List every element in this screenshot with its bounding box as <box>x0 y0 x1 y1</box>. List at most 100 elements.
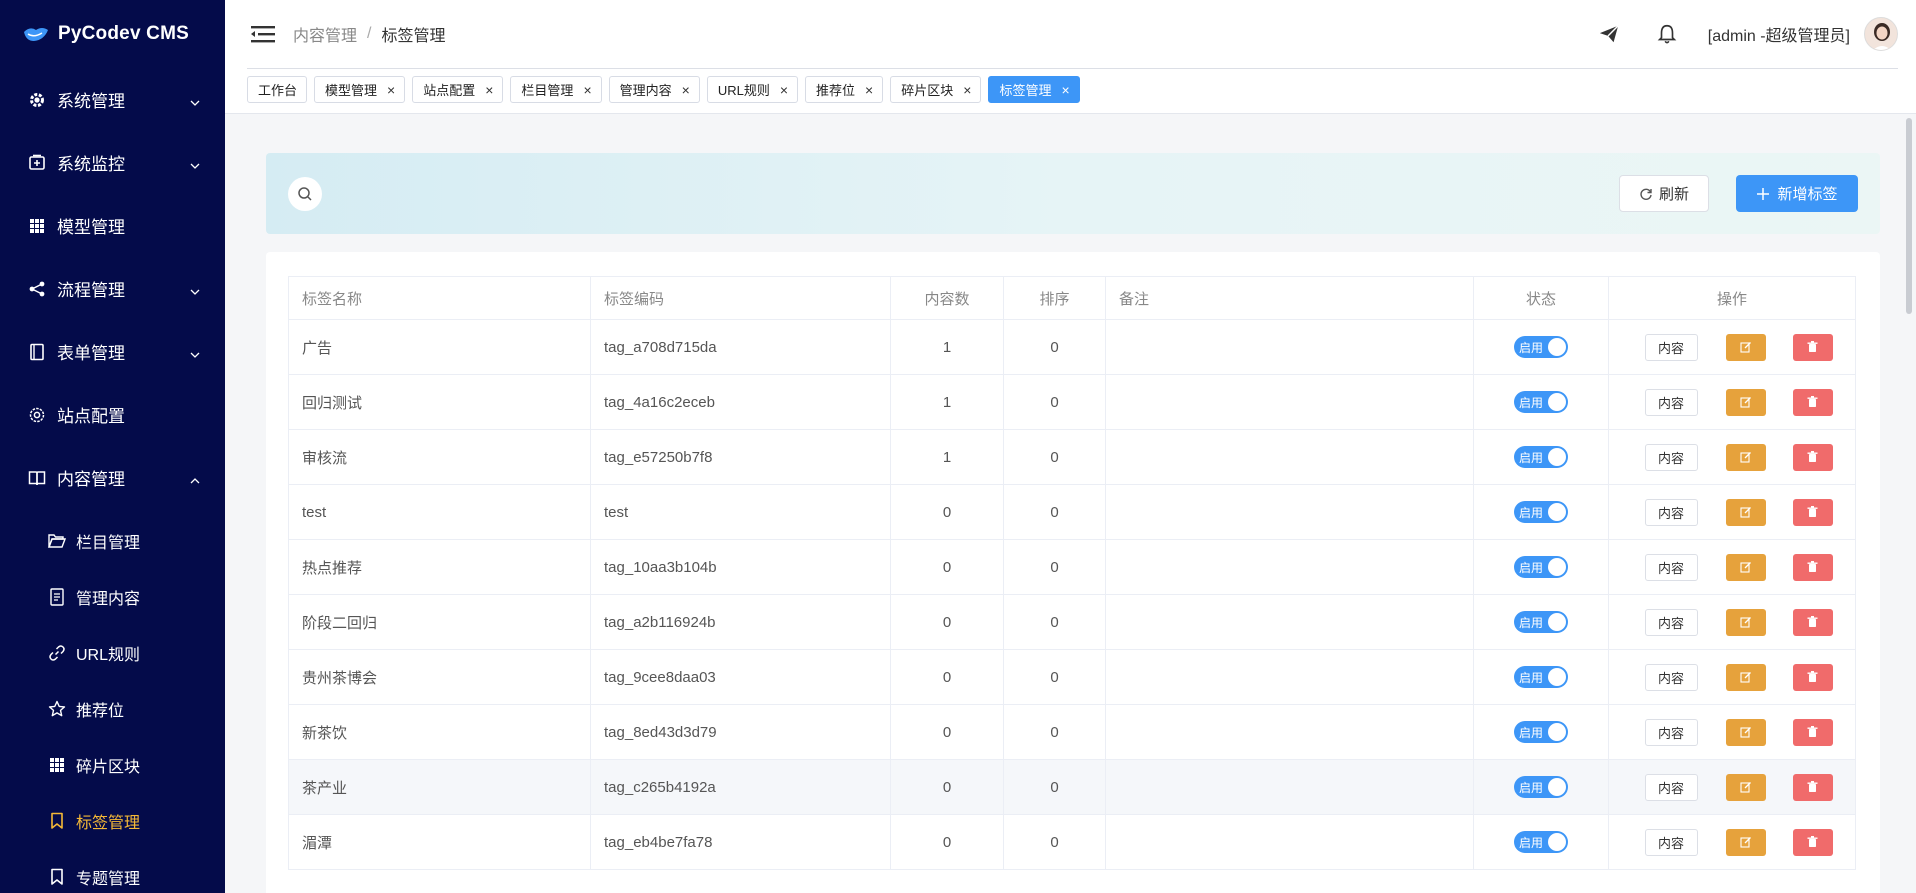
add-tag-label: 新增标签 <box>1777 186 1838 203</box>
sidebar-item-4[interactable]: 流程管理 <box>0 257 225 320</box>
sidebar-item-6[interactable]: 站点配置 <box>0 383 225 446</box>
breadcrumb-separator: / <box>367 25 372 42</box>
edit-button[interactable] <box>1725 333 1766 361</box>
delete-button[interactable] <box>1792 718 1833 746</box>
content-button[interactable]: 内容 <box>1644 663 1698 691</box>
search-button[interactable] <box>288 177 322 211</box>
tab-6[interactable]: URL规则 × <box>706 76 799 103</box>
sidebar-item-3[interactable]: 模型管理 <box>0 194 225 257</box>
cell-sort: 0 <box>1003 484 1106 540</box>
content-button[interactable]: 内容 <box>1644 333 1698 361</box>
status-toggle[interactable]: 启用 <box>1514 391 1568 413</box>
delete-button[interactable] <box>1792 608 1833 636</box>
close-icon[interactable]: × <box>583 83 591 97</box>
edit-button[interactable] <box>1725 828 1766 856</box>
status-toggle[interactable]: 启用 <box>1514 611 1568 633</box>
delete-button[interactable] <box>1792 498 1833 526</box>
edit-button[interactable] <box>1725 553 1766 581</box>
content-button[interactable]: 内容 <box>1644 498 1698 526</box>
status-toggle[interactable]: 启用 <box>1514 336 1568 358</box>
edit-button[interactable] <box>1725 718 1766 746</box>
sidebar-subitem-6[interactable]: 标签管理 <box>0 793 225 849</box>
sidebar-item-7[interactable]: 内容管理 <box>0 446 225 509</box>
user-label[interactable]: [admin -超级管理员] <box>1708 22 1850 46</box>
cell-actions: 内容 <box>1608 374 1856 430</box>
menu-toggle-icon[interactable] <box>251 24 275 44</box>
status-toggle[interactable]: 启用 <box>1514 501 1568 523</box>
status-toggle[interactable]: 启用 <box>1514 776 1568 798</box>
tab-7[interactable]: 推荐位 × <box>805 76 884 103</box>
sidebar-item-1[interactable]: 系统管理 <box>0 68 225 131</box>
tab-3[interactable]: 站点配置 × <box>412 76 504 103</box>
sidebar-subitem-2[interactable]: 管理内容 <box>0 569 225 625</box>
tab-1[interactable]: 工作台 <box>247 76 308 103</box>
delete-button[interactable] <box>1792 553 1833 581</box>
edit-button[interactable] <box>1725 663 1766 691</box>
delete-button[interactable] <box>1792 828 1833 856</box>
share-icon <box>27 279 47 299</box>
close-icon[interactable]: × <box>387 83 395 97</box>
toggle-knob <box>1548 448 1566 466</box>
cell-sort: 0 <box>1003 429 1106 485</box>
content-button[interactable]: 内容 <box>1644 388 1698 416</box>
status-toggle[interactable]: 启用 <box>1514 831 1568 853</box>
edit-button[interactable] <box>1725 608 1766 636</box>
cell-actions: 内容 <box>1608 649 1856 705</box>
status-toggle-label: 启用 <box>1519 560 1544 575</box>
close-icon[interactable]: × <box>963 83 971 97</box>
delete-button[interactable] <box>1792 333 1833 361</box>
bell-icon[interactable] <box>1656 23 1678 45</box>
status-toggle[interactable]: 启用 <box>1514 666 1568 688</box>
sidebar-item-label: 站点配置 <box>57 407 125 426</box>
content-button[interactable]: 内容 <box>1644 608 1698 636</box>
avatar[interactable] <box>1864 17 1898 51</box>
close-icon[interactable]: × <box>865 83 873 97</box>
edit-button[interactable] <box>1725 388 1766 416</box>
edit-button[interactable] <box>1725 773 1766 801</box>
app-logo[interactable]: PyCodev CMS <box>0 0 225 68</box>
edit-button[interactable] <box>1725 443 1766 471</box>
sidebar-subitem-5[interactable]: 碎片区块 <box>0 737 225 793</box>
scrollbar[interactable] <box>1906 118 1912 314</box>
sidebar-subitem-4[interactable]: 推荐位 <box>0 681 225 737</box>
add-tag-button[interactable]: 新增标签 <box>1736 175 1858 212</box>
content-button[interactable]: 内容 <box>1644 443 1698 471</box>
tab-2[interactable]: 模型管理 × <box>314 76 406 103</box>
close-icon[interactable]: × <box>1061 83 1069 97</box>
delete-button[interactable] <box>1792 388 1833 416</box>
content-button[interactable]: 内容 <box>1644 718 1698 746</box>
close-icon[interactable]: × <box>780 83 788 97</box>
cell-status: 启用 <box>1473 759 1609 815</box>
delete-button[interactable] <box>1792 663 1833 691</box>
toggle-knob <box>1548 338 1566 356</box>
sidebar-subitem-7[interactable]: 专题管理 <box>0 849 225 893</box>
delete-button[interactable] <box>1792 773 1833 801</box>
delete-button[interactable] <box>1792 443 1833 471</box>
status-toggle[interactable]: 启用 <box>1514 721 1568 743</box>
content-button[interactable]: 内容 <box>1644 773 1698 801</box>
close-icon[interactable]: × <box>485 83 493 97</box>
cell-status: 启用 <box>1473 319 1609 375</box>
tab-9[interactable]: 标签管理 × <box>988 76 1080 103</box>
sidebar-item-2[interactable]: 系统监控 <box>0 131 225 194</box>
tab-label: 栏目管理 <box>521 83 574 98</box>
tab-4[interactable]: 栏目管理 × <box>510 76 602 103</box>
content-button[interactable]: 内容 <box>1644 828 1698 856</box>
status-toggle[interactable]: 启用 <box>1514 556 1568 578</box>
cell-count: 0 <box>890 484 1004 540</box>
cell-code: tag_8ed43d3d79 <box>590 704 891 760</box>
close-icon[interactable]: × <box>682 83 690 97</box>
content-button[interactable]: 内容 <box>1644 553 1698 581</box>
send-icon[interactable] <box>1598 23 1620 45</box>
breadcrumb-parent[interactable]: 内容管理 <box>293 22 357 46</box>
sidebar-subitem-3[interactable]: URL规则 <box>0 625 225 681</box>
tab-5[interactable]: 管理内容 × <box>608 76 700 103</box>
sidebar-item-5[interactable]: 表单管理 <box>0 320 225 383</box>
refresh-button[interactable]: 刷新 <box>1619 175 1709 212</box>
edit-button[interactable] <box>1725 498 1766 526</box>
table-row: 贵州茶博会 tag_9cee8daa03 0 0 启用 内容 <box>288 649 1856 705</box>
status-toggle[interactable]: 启用 <box>1514 446 1568 468</box>
sidebar-subitem-1[interactable]: 栏目管理 <box>0 513 225 569</box>
tab-8[interactable]: 碎片区块 × <box>890 76 982 103</box>
cell-name: 贵州茶博会 <box>288 649 591 705</box>
